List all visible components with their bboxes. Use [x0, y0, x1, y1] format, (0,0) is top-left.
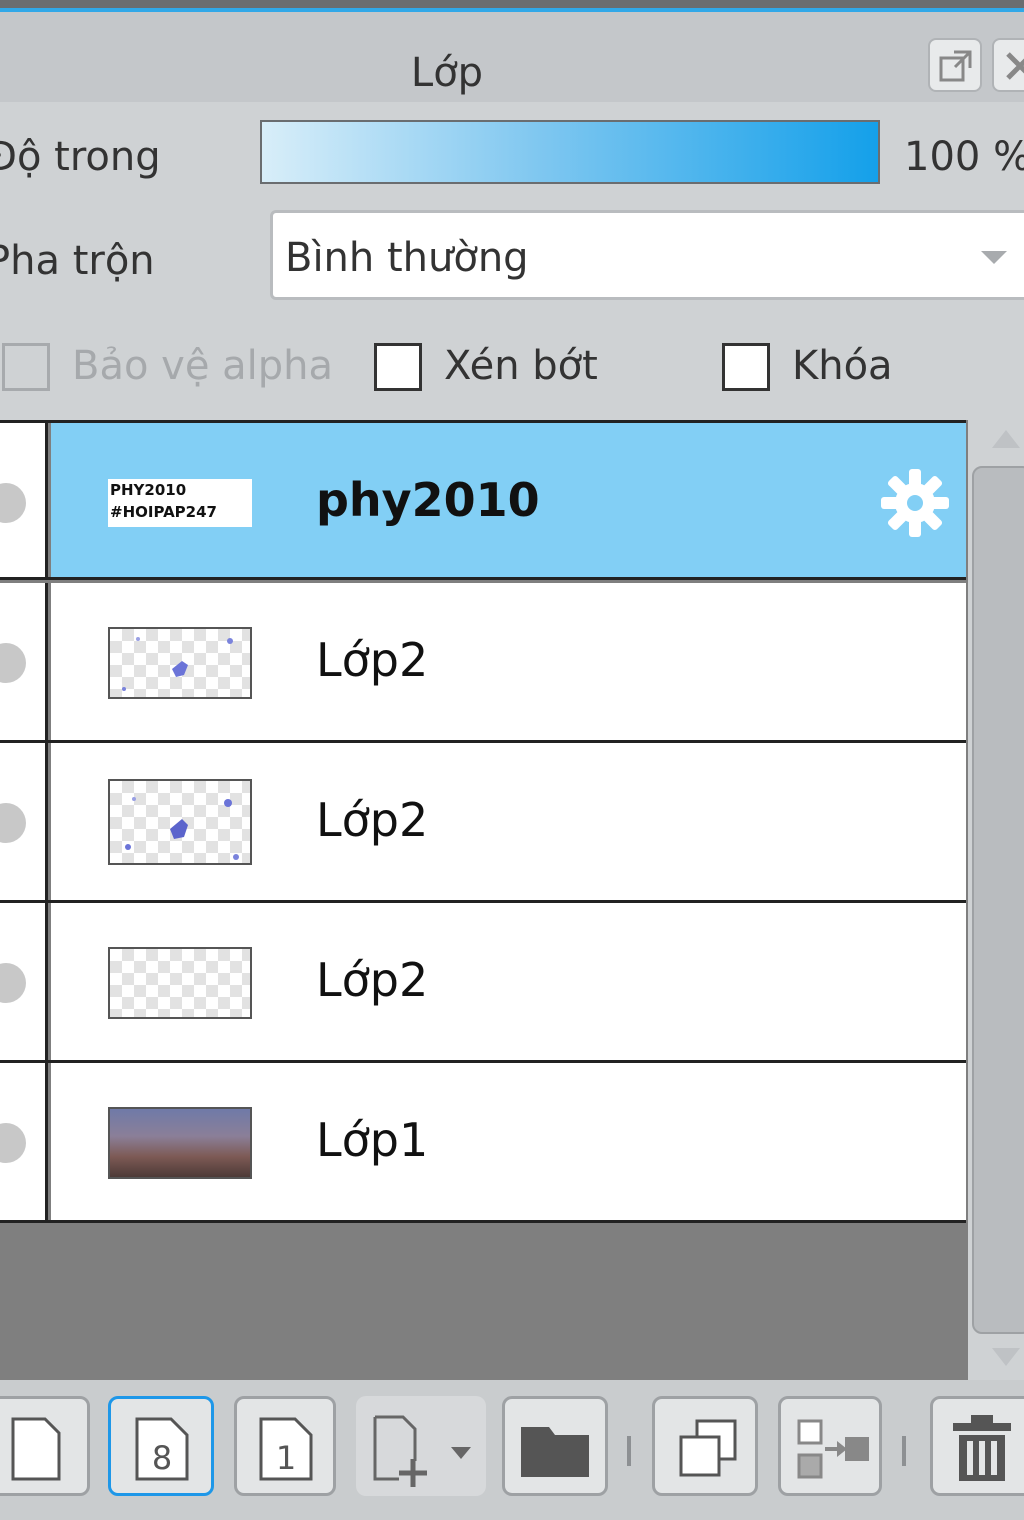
panel-titlebar: Lớp: [0, 12, 1024, 102]
opacity-value: 100 %: [904, 134, 1024, 180]
scroll-down-arrow-icon[interactable]: [992, 1348, 1020, 1366]
duplicate-layer-button[interactable]: [652, 1396, 758, 1496]
blend-mode-select[interactable]: Bình thường: [270, 210, 1024, 300]
layer-name: Lớp1: [316, 1113, 429, 1167]
new-folder-icon: [521, 1427, 589, 1477]
gear-icon[interactable]: [877, 465, 953, 541]
svg-text:1: 1: [276, 1439, 296, 1477]
close-icon: [1006, 52, 1024, 80]
opacity-slider[interactable]: [260, 120, 880, 184]
visibility-toggle[interactable]: [0, 743, 48, 900]
toolbar-separator: [902, 1436, 906, 1466]
merge-down-button[interactable]: [778, 1396, 882, 1496]
merge-down-icon: [797, 1419, 869, 1479]
svg-text:8: 8: [152, 1439, 172, 1477]
delete-icon: [953, 1415, 1011, 1481]
layer-toolbar: 8 1: [0, 1380, 1024, 1520]
opacity-label: Độ trong: [0, 134, 161, 180]
eye-icon: [0, 1123, 26, 1163]
undock-icon: [939, 50, 972, 82]
window-top-border: [0, 0, 1024, 8]
visibility-toggle[interactable]: [0, 583, 48, 740]
new-1bit-layer-button[interactable]: 1: [234, 1396, 336, 1496]
close-panel-button[interactable]: [992, 38, 1024, 92]
new-8bit-layer-icon: 8: [135, 1417, 189, 1481]
visibility-toggle[interactable]: [0, 1063, 48, 1220]
blend-mode-label: Pha trộn: [0, 238, 155, 284]
layer-row[interactable]: Lớp1: [0, 1063, 966, 1223]
layer-list: PHY2010 #HOIPAP247 phy2010 Lớp2 Lớp2 Lớp…: [0, 420, 968, 1380]
eye-icon: [0, 483, 26, 523]
layer-row[interactable]: Lớp2: [0, 583, 966, 743]
clip-checkbox[interactable]: [374, 343, 422, 391]
new-1bit-layer-icon: 1: [259, 1417, 313, 1481]
lock-label: Khóa: [792, 343, 893, 389]
lock-checkbox[interactable]: [722, 343, 770, 391]
layer-thumbnail: [108, 627, 252, 699]
layer-name: Lớp2: [316, 793, 429, 847]
add-layer-menu-icon: [373, 1415, 471, 1487]
undock-button[interactable]: [928, 38, 982, 92]
delete-layer-button[interactable]: [930, 1396, 1024, 1496]
panel-title: Lớp: [410, 50, 484, 96]
clip-label: Xén bớt: [444, 343, 598, 389]
layer-name: Lớp2: [316, 953, 429, 1007]
svg-text:#HOIPAP247: #HOIPAP247: [110, 503, 217, 521]
blend-mode-value: Bình thường: [285, 235, 529, 281]
layer-thumbnail: PHY2010 #HOIPAP247: [108, 479, 252, 527]
visibility-toggle[interactable]: [0, 903, 48, 1060]
layer-thumbnail: [108, 947, 252, 1019]
layer-row[interactable]: Lớp2: [0, 903, 966, 1063]
new-layer-button[interactable]: [0, 1396, 90, 1496]
layer-row[interactable]: Lớp2: [0, 743, 966, 903]
svg-text:PHY2010: PHY2010: [110, 481, 186, 499]
layer-name: phy2010: [316, 473, 540, 527]
visibility-toggle[interactable]: [0, 423, 48, 577]
layer-thumbnail: [108, 779, 252, 865]
chevron-down-icon: [981, 251, 1007, 264]
protect-alpha-label: Bảo vệ alpha: [72, 343, 334, 389]
new-folder-button[interactable]: [502, 1396, 608, 1496]
toolbar-separator: [627, 1436, 631, 1466]
layer-row[interactable]: PHY2010 #HOIPAP247 phy2010: [0, 420, 966, 580]
layer-thumbnail: [108, 1107, 252, 1179]
scroll-up-arrow-icon[interactable]: [992, 430, 1020, 448]
eye-icon: [0, 963, 26, 1003]
add-layer-menu-button[interactable]: [356, 1396, 486, 1496]
eye-icon: [0, 803, 26, 843]
eye-icon: [0, 643, 26, 683]
layer-name: Lớp2: [316, 633, 429, 687]
duplicate-layer-icon: [679, 1419, 737, 1477]
new-8bit-layer-button[interactable]: 8: [108, 1396, 214, 1496]
scrollbar-thumb[interactable]: [972, 466, 1024, 1334]
protect-alpha-checkbox[interactable]: [2, 343, 50, 391]
new-layer-icon: [11, 1417, 61, 1481]
